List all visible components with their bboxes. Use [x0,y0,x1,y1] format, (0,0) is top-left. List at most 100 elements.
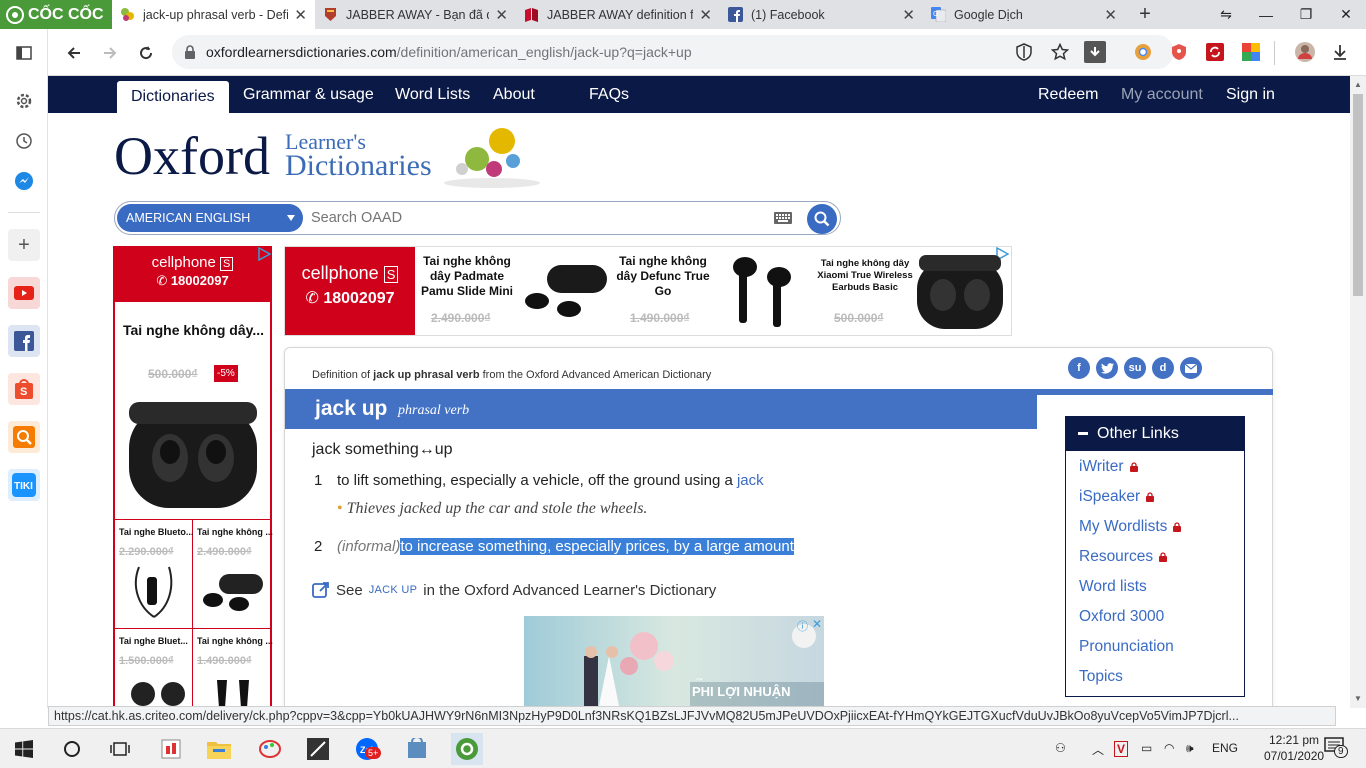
extension-chrome-icon[interactable] [1134,43,1152,61]
close-tab-icon[interactable]: ✕ [495,6,508,24]
other-link-iwriter[interactable]: iWriter [1079,458,1138,476]
task-view-icon[interactable] [106,735,134,763]
see-also-link[interactable]: See JACK UP in the Oxford Advanced Learn… [312,581,716,599]
downloads-icon[interactable] [1331,43,1349,61]
notifications-icon[interactable]: 9 [1324,737,1348,758]
tab-list-icon[interactable]: ⇋ [1206,0,1246,29]
nav-grammar-usage[interactable]: Grammar & usage [243,76,374,113]
sticky-notes-icon[interactable] [304,735,332,763]
wifi-icon[interactable]: ◠ [1164,741,1174,755]
nav-redeem[interactable]: Redeem [1038,76,1098,113]
facebook-share-icon[interactable]: f [1068,357,1090,379]
address-bar[interactable]: oxfordlearnersdictionaries.com/definitio… [172,35,1174,69]
coccoc-menu-button[interactable]: CỐC CỐC [0,0,112,29]
maximize-button[interactable]: ❐ [1286,0,1326,29]
show-hidden-icons-icon[interactable]: ︿ [1092,741,1104,758]
other-links-header[interactable]: Other Links [1066,417,1244,451]
people-icon[interactable]: ⚇ [1055,741,1066,755]
settings-gear-icon[interactable] [8,85,40,117]
dictionary-select[interactable]: AMERICAN ENGLISH [117,204,303,232]
close-ad-icon[interactable]: ✕ [812,617,822,631]
tab-jabber-away-vi[interactable]: JABBER AWAY - Bạn đã đánh ✕ [315,0,516,29]
keyboard-icon[interactable] [774,212,792,224]
history-icon[interactable] [8,125,40,157]
adchoices-icon[interactable] [257,247,271,261]
search-bar: AMERICAN ENGLISH [114,201,841,235]
app-launcher-icon[interactable] [157,735,185,763]
extension-sync-icon[interactable] [1206,43,1224,61]
store-app-icon[interactable] [403,735,431,763]
sidebar-toggle-icon[interactable] [8,37,40,69]
tab-jack-up[interactable]: jack-up phrasal verb - Defin ✕ [112,0,315,29]
reload-button[interactable] [132,39,160,67]
nav-my-account[interactable]: My account [1121,76,1203,113]
search-button[interactable] [807,204,837,234]
coccoc-taskbar-icon[interactable] [451,733,483,765]
minimize-button[interactable]: — [1246,0,1286,29]
file-explorer-icon[interactable] [205,735,233,763]
tiki-icon[interactable]: TIKI [8,469,40,501]
scroll-up-icon[interactable]: ▲ [1354,80,1362,89]
lock-icon [1159,552,1168,562]
grid-ad-price: 1.490.000₫ [197,655,252,667]
add-sidebar-app-icon[interactable]: + [8,229,40,261]
input-language[interactable]: ENG [1212,741,1238,755]
download-page-icon[interactable] [1084,41,1106,63]
new-tab-button[interactable]: + [1125,0,1165,29]
search-input[interactable] [311,207,751,229]
shopee-icon[interactable]: S [8,373,40,405]
messenger-icon[interactable] [8,165,40,197]
lock-icon[interactable] [184,45,196,59]
shield-icon[interactable] [1015,43,1033,61]
taskbar-clock[interactable]: 12:21 pm 07/01/2020 [1264,732,1324,764]
close-tab-icon[interactable]: ✕ [294,6,307,24]
close-window-button[interactable]: ✕ [1326,0,1366,29]
other-link-pronunciation[interactable]: Pronunciation [1079,638,1174,656]
tab-jabber-away-def[interactable]: JABBER AWAY definition fro ✕ [516,0,720,29]
tab-google-translate[interactable]: G Google Dịch ✕ [923,0,1125,29]
email-share-icon[interactable] [1180,357,1202,379]
nav-dictionaries[interactable]: Dictionaries [117,81,229,113]
other-link-ispeaker[interactable]: iSpeaker [1079,488,1155,506]
stumbleupon-share-icon[interactable]: su [1124,357,1146,379]
bookmark-star-icon[interactable] [1051,43,1069,61]
xref-jack-link[interactable]: jack [737,472,764,489]
scroll-down-icon[interactable]: ▼ [1354,694,1362,703]
close-tab-icon[interactable]: ✕ [1104,6,1117,24]
bottom-ad[interactable]: ~ PHI LỢI NHUẬN ⓘ ✕ [524,616,824,708]
tab-facebook[interactable]: (1) Facebook ✕ [720,0,923,29]
close-tab-icon[interactable]: ✕ [902,6,915,24]
other-link-word-lists[interactable]: Word lists [1079,578,1147,596]
digg-share-icon[interactable]: d [1152,357,1174,379]
paint-app-icon[interactable] [256,735,284,763]
cortana-search-icon[interactable] [58,735,86,763]
facebook-icon[interactable] [8,325,40,357]
user-avatar-icon[interactable] [1294,41,1316,63]
nav-faqs[interactable]: FAQs [589,76,629,113]
nav-about[interactable]: About [493,76,535,113]
close-tab-icon[interactable]: ✕ [699,6,712,24]
twitter-share-icon[interactable] [1096,357,1118,379]
other-link-topics[interactable]: Topics [1079,668,1123,686]
extension-shield-icon[interactable] [1170,43,1188,61]
nav-sign-in[interactable]: Sign in [1226,76,1275,113]
other-link-my-wordlists[interactable]: My Wordlists [1079,518,1182,536]
unikey-icon[interactable]: V [1114,741,1129,757]
scroll-thumb[interactable] [1353,94,1363,296]
volume-icon[interactable]: 🕪 [1186,741,1194,756]
other-link-oxford-3000[interactable]: Oxford 3000 [1079,608,1164,626]
youtube-icon[interactable] [8,277,40,309]
other-link-resources[interactable]: Resources [1079,548,1168,566]
side-ad[interactable]: cellphone S ✆ 18002097 Tai nghe không dâ… [113,246,273,708]
battery-icon[interactable]: ▭ [1141,741,1152,755]
forward-button[interactable] [96,39,124,67]
adchoices-icon[interactable]: ⓘ [797,618,808,634]
windows-start-icon[interactable] [10,735,38,763]
banner-ad[interactable]: cellphone S ✆ 18002097 Tai nghe không dâ… [284,246,1012,336]
extension-colorful-icon[interactable] [1242,43,1260,61]
page-scrollbar[interactable]: ▲ ▼ [1350,76,1366,708]
back-button[interactable] [60,39,88,67]
nav-word-lists[interactable]: Word Lists [395,76,470,113]
search-app-icon[interactable] [8,421,40,453]
zalo-icon[interactable]: Zalo 5+ [353,735,382,763]
